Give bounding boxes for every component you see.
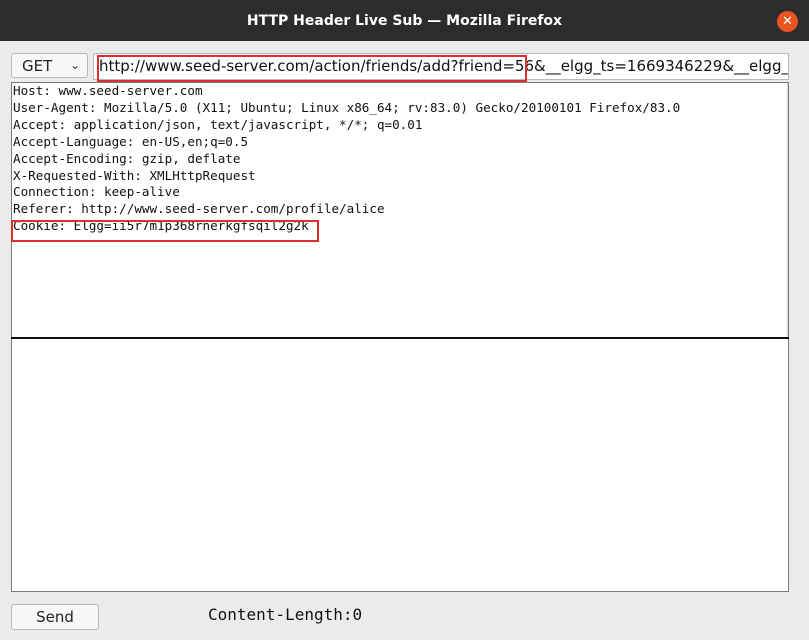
request-body-textarea[interactable] [11, 339, 789, 592]
close-button[interactable]: ✕ [777, 11, 798, 32]
header-line: Referer: http://www.seed-server.com/prof… [13, 201, 385, 217]
header-line: Cookie: Elgg=ii5r7m1p368rnerkgfsqil2g2k [13, 218, 309, 234]
header-line: Accept-Language: en-US,en;q=0.5 [13, 133, 249, 149]
chevron-down-icon: ⌄ [69, 58, 80, 72]
header-line: Host: www.seed-server.com [13, 83, 203, 98]
request-headers-textarea[interactable]: Host: www.seed-server.com User-Agent: Mo… [11, 82, 789, 338]
header-line: Connection: keep-alive [13, 184, 180, 200]
close-icon: ✕ [782, 14, 793, 29]
window-title: HTTP Header Live Sub — Mozilla Firefox [246, 12, 563, 29]
url-input[interactable]: http://www.seed-server.com/action/friend… [93, 53, 789, 80]
header-line: User-Agent: Mozilla/5.0 (X11; Ubuntu; Li… [13, 99, 681, 115]
window-titlebar: HTTP Header Live Sub — Mozilla Firefox ✕ [0, 0, 809, 41]
scrollbar[interactable] [787, 83, 788, 337]
content-length-label: Content-Length:0 [208, 605, 363, 624]
header-line: Accept-Encoding: gzip, deflate [13, 150, 241, 166]
header-line: Accept: application/json, text/javascrip… [13, 116, 423, 132]
method-select[interactable]: GET ⌄ [11, 53, 88, 78]
method-value: GET [22, 56, 53, 75]
send-button[interactable]: Send [11, 604, 99, 630]
header-line: X-Requested-With: XMLHttpRequest [13, 167, 256, 183]
